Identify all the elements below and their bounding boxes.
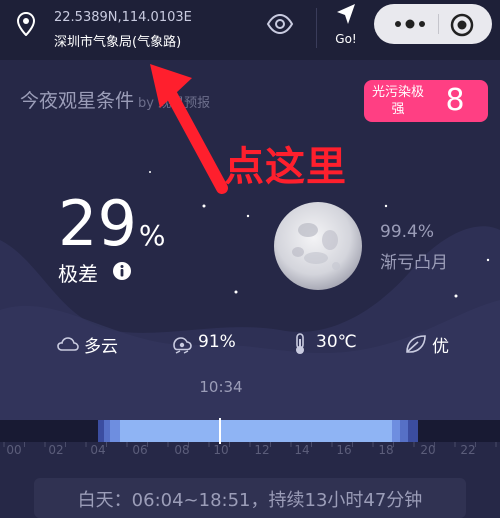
humidity-icon xyxy=(173,337,192,354)
current-time: 10:34 xyxy=(199,378,243,396)
hour-label: 00 xyxy=(6,443,22,457)
title-text: 今夜观星条件 xyxy=(20,90,135,112)
more-dots-icon[interactable] xyxy=(392,15,428,33)
miniapp-capsule xyxy=(374,4,492,44)
leaf-icon xyxy=(406,335,426,353)
annotation-text: 点这里 xyxy=(224,144,347,190)
viewing-quality: 极差 xyxy=(58,262,98,286)
navigation-arrow-icon xyxy=(337,4,355,24)
temperature-text: 30℃ xyxy=(316,332,357,352)
stat-cloud: 多云 xyxy=(56,330,146,360)
go-label: Go! xyxy=(335,32,357,46)
hour-label: 08 xyxy=(174,443,190,457)
light-pollution-badge[interactable]: 光污染极强 8 xyxy=(364,80,488,122)
stat-humidity: 91% xyxy=(170,330,260,360)
cloud-text: 多云 xyxy=(84,337,118,357)
hour-label: 04 xyxy=(90,443,106,457)
cloud-icon xyxy=(57,337,79,351)
stat-air-quality: 优 xyxy=(404,330,474,360)
viewing-index: 29% xyxy=(58,184,166,264)
close-circle-icon[interactable] xyxy=(450,13,474,37)
thermometer-icon xyxy=(296,333,304,354)
daylight-info-box: 白天：06:04~18:51，持续13小时47分钟 xyxy=(34,478,466,518)
moon-icon xyxy=(274,202,362,290)
hour-label: 06 xyxy=(132,443,148,457)
location-name[interactable]: 深圳市气象局(气象路) xyxy=(54,31,181,50)
hour-label: 10 xyxy=(213,443,229,457)
current-time-marker[interactable] xyxy=(219,418,221,444)
stat-temperature: 30℃ xyxy=(288,330,378,360)
location-pin-icon[interactable] xyxy=(16,12,36,36)
twilight-segment xyxy=(392,420,400,442)
timeline-hours: 00 02 04 06 08 10 12 14 16 18 20 22 xyxy=(0,443,500,461)
daylight-segment xyxy=(120,420,392,442)
hour-label: 20 xyxy=(420,443,436,457)
moon-phase: 渐亏凸月 xyxy=(380,253,448,273)
daylight-duration: 白天：06:04~18:51，持续13小时47分钟 xyxy=(77,490,423,511)
viewing-percent-value: 29 xyxy=(58,187,137,260)
weather-stats: 多云 91% 30℃ 优 xyxy=(0,330,500,360)
moon-illumination: 99.4% xyxy=(380,222,435,242)
twilight-segment xyxy=(408,420,418,442)
go-button[interactable]: Go! xyxy=(326,2,366,54)
twilight-segment xyxy=(400,420,408,442)
capsule-separator xyxy=(438,14,439,34)
eye-icon[interactable] xyxy=(266,13,294,35)
hour-label: 22 xyxy=(460,443,476,457)
coordinates-text[interactable]: 22.5389N,114.0103E xyxy=(54,10,192,25)
hour-label: 16 xyxy=(336,443,352,457)
light-pollution-value: 8 xyxy=(445,83,465,118)
info-icon[interactable] xyxy=(112,261,132,281)
twilight-segment xyxy=(110,420,120,442)
viewing-percent-unit: % xyxy=(138,219,166,252)
humidity-text: 91% xyxy=(198,332,236,352)
hour-label: 02 xyxy=(48,443,64,457)
top-bar: 22.5389N,114.0103E 深圳市气象局(气象路) Go! xyxy=(0,0,500,60)
light-pollution-label: 光污染极强 xyxy=(372,85,425,117)
header-divider xyxy=(316,8,317,48)
hour-label: 12 xyxy=(254,443,270,457)
air-quality-text: 优 xyxy=(432,337,449,357)
hour-label: 14 xyxy=(294,443,310,457)
hour-label: 18 xyxy=(378,443,394,457)
